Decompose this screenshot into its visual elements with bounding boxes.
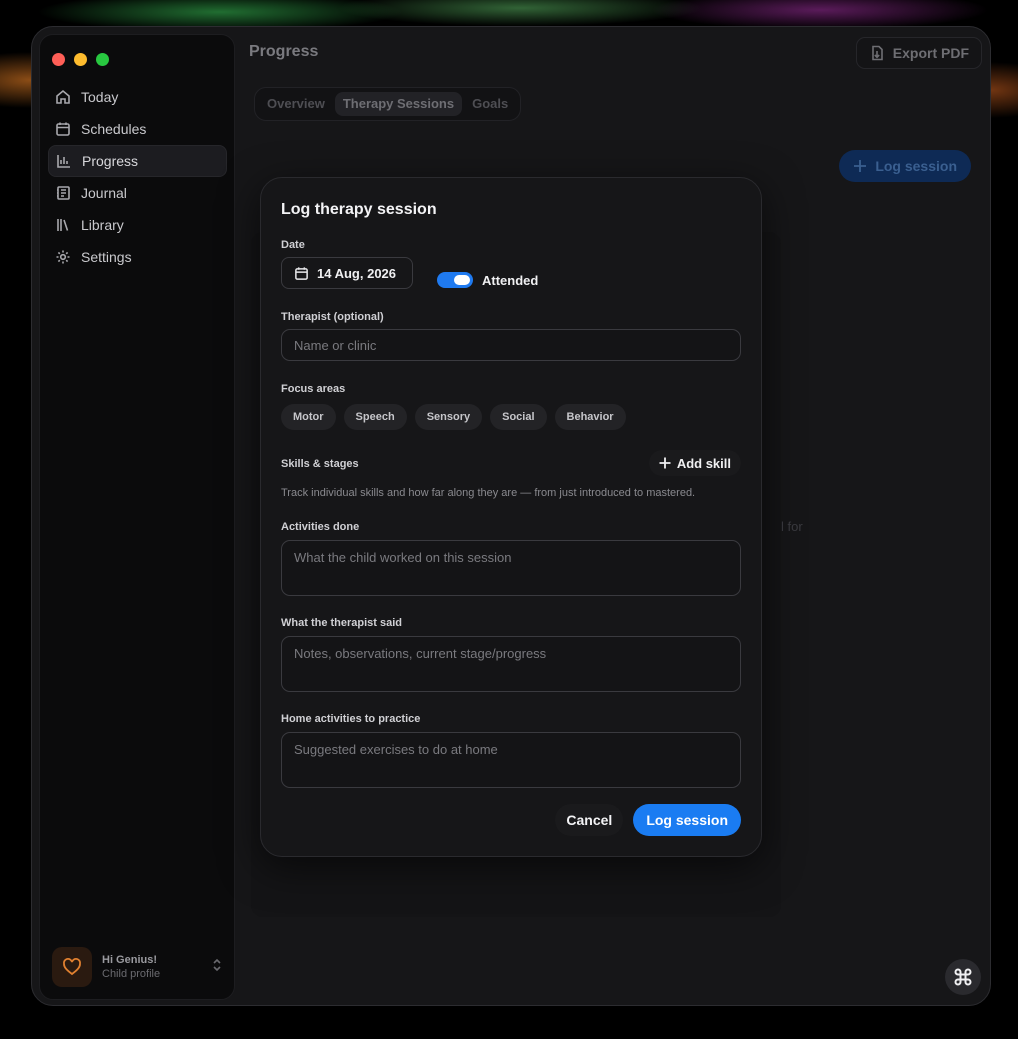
focus-areas-chips: Motor Speech Sensory Social Behavior <box>281 404 626 430</box>
profile-subtitle: Child profile <box>102 968 161 980</box>
sidebar-item-schedules[interactable]: Schedules <box>48 113 227 145</box>
focus-areas-label: Focus areas <box>281 383 346 395</box>
export-pdf-label: Export PDF <box>892 45 969 61</box>
activities-label: Activities done <box>281 521 360 533</box>
notebook-icon <box>57 186 70 200</box>
log-therapy-session-dialog: Log therapy session Date 14 Aug, 2026 At… <box>260 177 762 857</box>
calendar-icon <box>295 266 308 280</box>
cancel-button[interactable]: Cancel <box>555 804 624 836</box>
sidebar-item-label: Library <box>81 217 124 233</box>
empty-state-text: l for <box>781 519 803 534</box>
minimize-window-button[interactable] <box>74 53 87 66</box>
tab-therapy-sessions[interactable]: Therapy Sessions <box>334 92 463 116</box>
plus-icon <box>659 457 671 469</box>
sidebar-item-progress[interactable]: Progress <box>48 145 227 177</box>
maximize-window-button[interactable] <box>96 53 109 66</box>
skills-hint: Track individual skills and how far alon… <box>281 487 696 499</box>
avatar <box>52 947 92 987</box>
focus-chip-social[interactable]: Social <box>490 404 547 430</box>
bar-chart-icon <box>57 155 70 168</box>
chevron-up-down-icon <box>211 958 223 977</box>
profile-text: Hi Genius! Child profile <box>102 954 201 980</box>
attended-label: Attended <box>482 272 539 288</box>
sidebar-item-label: Progress <box>82 153 139 169</box>
therapist-input[interactable] <box>281 329 741 361</box>
sidebar-item-journal[interactable]: Journal <box>48 177 227 209</box>
dialog-footer: Cancel Log session <box>555 804 741 836</box>
sidebar-item-label: Journal <box>81 185 127 201</box>
file-download-icon <box>871 45 883 61</box>
activities-textarea[interactable] <box>281 540 741 596</box>
log-session-button[interactable]: Log session <box>839 150 971 182</box>
sidebar-nav: Today Schedules Progress Journal Library… <box>48 81 227 273</box>
gear-icon <box>56 250 70 264</box>
command-icon <box>954 968 972 986</box>
tab-goals[interactable]: Goals <box>464 92 516 116</box>
progress-tabs: Overview Therapy Sessions Goals <box>254 87 522 121</box>
skills-label: Skills & stages <box>281 458 359 470</box>
books-icon <box>57 219 69 231</box>
add-skill-button[interactable]: Add skill <box>648 450 741 476</box>
sidebar: Today Schedules Progress Journal Library… <box>39 34 235 1000</box>
focus-chip-motor[interactable]: Motor <box>281 404 336 430</box>
export-pdf-button[interactable]: Export PDF <box>855 37 982 69</box>
command-button[interactable] <box>945 959 981 995</box>
attended-control: Attended <box>437 272 538 288</box>
plus-icon <box>854 160 867 172</box>
therapist-label: Therapist (optional) <box>281 311 384 323</box>
dialog-title: Log therapy session <box>281 201 437 218</box>
tab-overview[interactable]: Overview <box>259 92 333 116</box>
sidebar-item-label: Schedules <box>81 121 147 137</box>
submit-log-session-button[interactable]: Log session <box>633 804 741 836</box>
heart-icon <box>63 958 81 976</box>
calendar-icon <box>56 122 70 136</box>
date-label: Date <box>281 239 305 251</box>
home-activities-textarea[interactable] <box>281 732 741 788</box>
date-picker-button[interactable]: 14 Aug, 2026 <box>281 257 413 289</box>
therapist-said-label: What the therapist said <box>281 617 403 629</box>
close-window-button[interactable] <box>52 53 65 66</box>
page-title: Progress <box>249 43 319 60</box>
sidebar-item-library[interactable]: Library <box>48 209 227 241</box>
focus-chip-sensory[interactable]: Sensory <box>414 404 483 430</box>
focus-chip-behavior[interactable]: Behavior <box>554 404 626 430</box>
log-session-label: Log session <box>875 158 957 174</box>
sidebar-item-label: Settings <box>81 249 132 265</box>
attended-toggle[interactable] <box>437 272 473 288</box>
sidebar-item-settings[interactable]: Settings <box>48 241 227 273</box>
home-activities-label: Home activities to practice <box>281 713 421 725</box>
profile-name: Hi Genius! <box>102 954 158 966</box>
focus-chip-speech[interactable]: Speech <box>343 404 407 430</box>
window-controls <box>52 53 109 66</box>
sidebar-item-label: Today <box>81 89 119 105</box>
add-skill-label: Add skill <box>676 455 731 471</box>
profile-switcher[interactable]: Hi Genius! Child profile <box>52 947 223 987</box>
sidebar-item-today[interactable]: Today <box>48 81 227 113</box>
home-icon <box>56 89 70 104</box>
therapist-said-textarea[interactable] <box>281 636 741 692</box>
date-value: 14 Aug, 2026 <box>317 265 397 281</box>
